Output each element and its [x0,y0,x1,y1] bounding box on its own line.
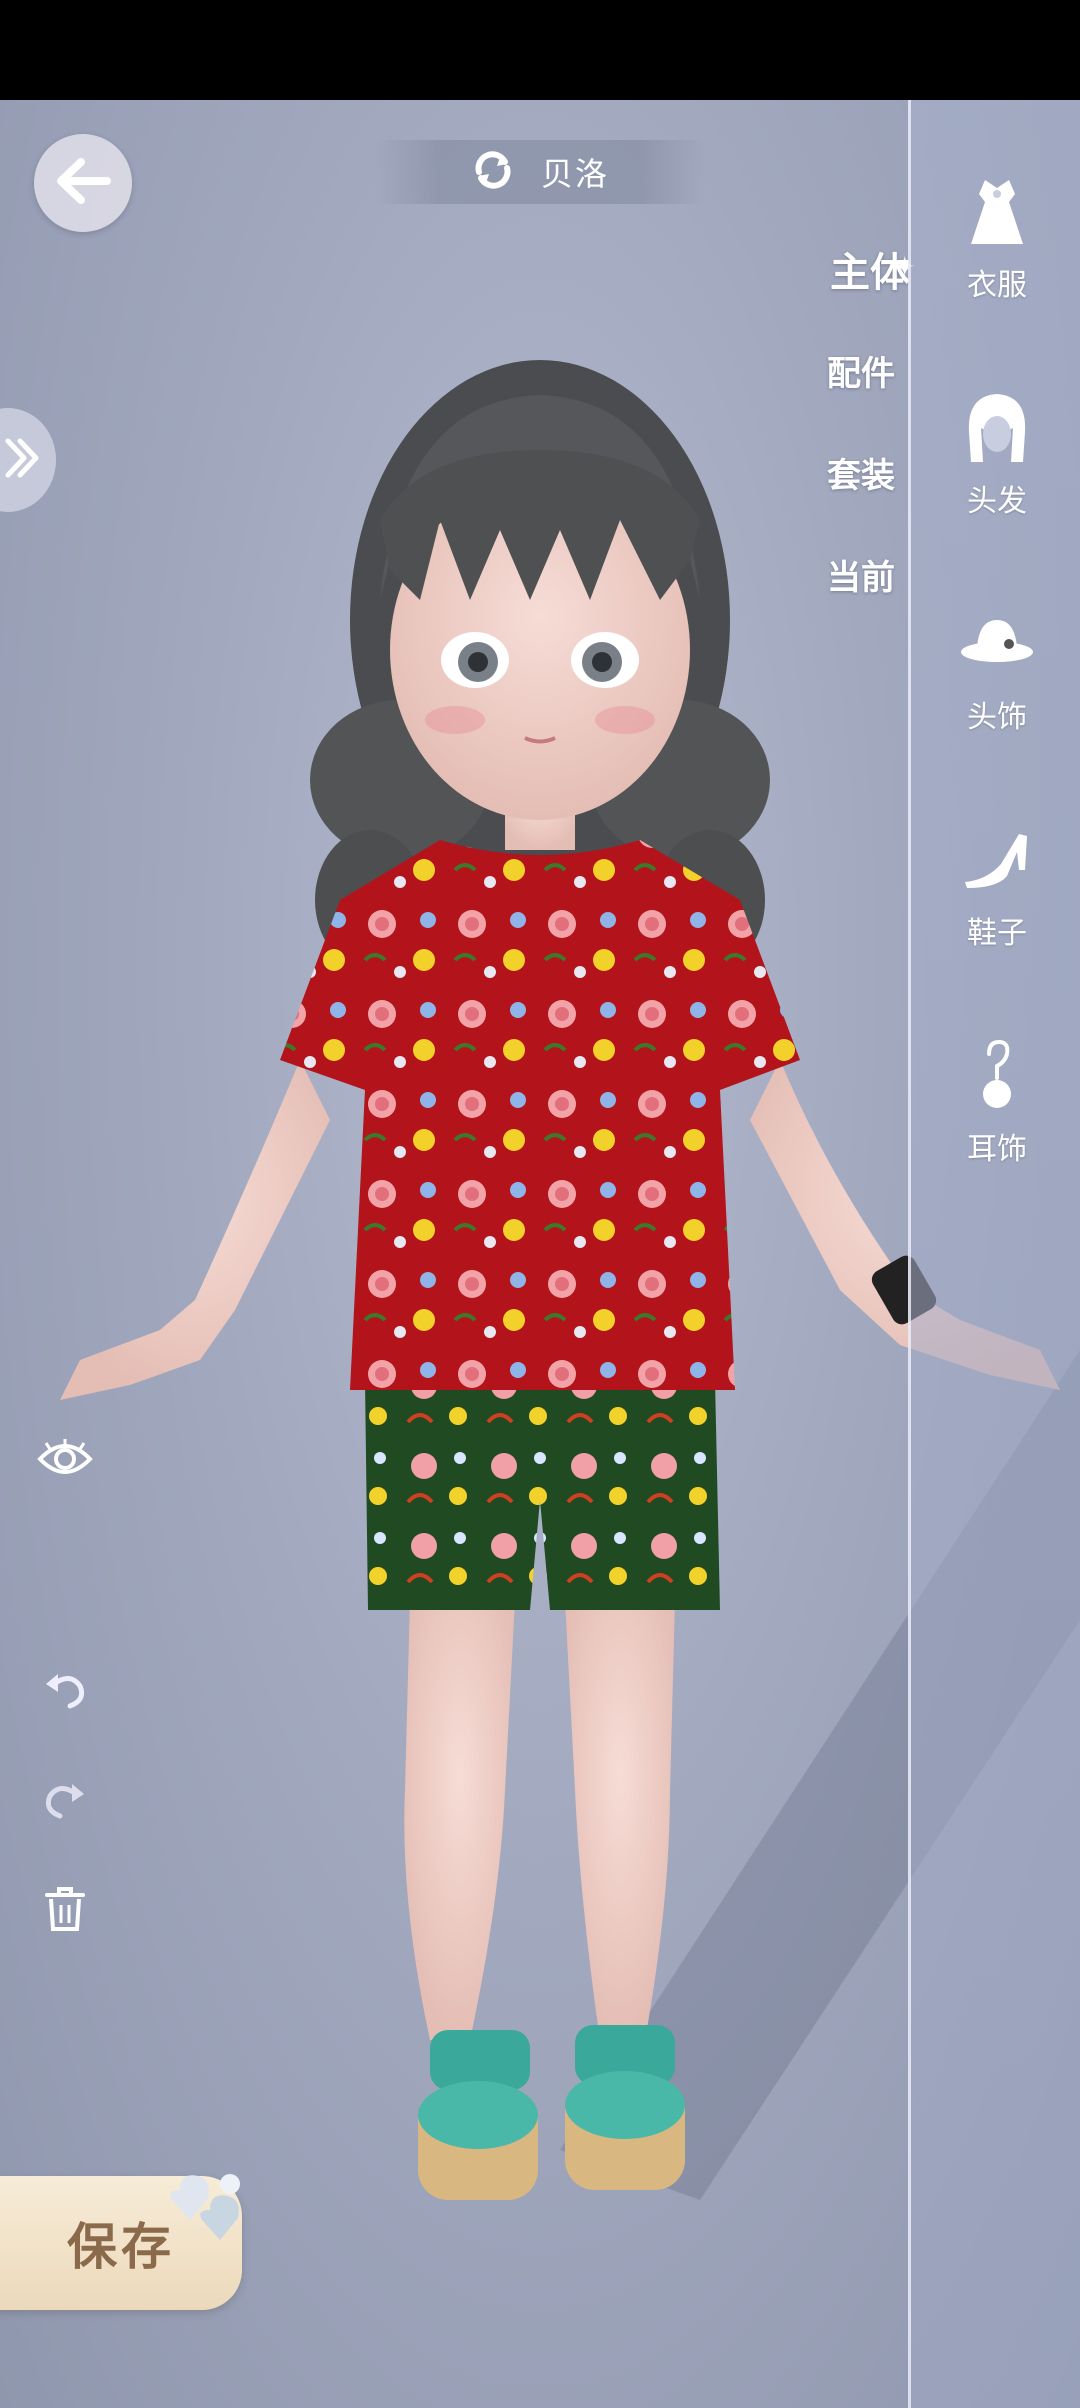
delete-button[interactable] [30,1876,100,1946]
redo-button[interactable] [30,1766,100,1836]
category-label: 鞋子 [967,916,1027,951]
category-hair[interactable]: 头发 [911,386,1080,520]
category-clothes[interactable]: 衣服 [911,170,1080,304]
category-label: 头发 [967,484,1027,519]
double-chevron-right-icon [2,433,42,487]
arrow-left-icon [53,156,113,210]
subtab-main[interactable]: 主体 [790,240,910,298]
toggle-visibility-button[interactable] [30,1426,100,1496]
hat-icon [955,602,1039,686]
redo-icon [40,1774,90,1828]
outfit-editor-screen: 贝洛 主体 ✦ 配件 套装 当前 衣服 头发 头饰 鞋子 耳饰 保存 [0,0,1080,2408]
subtab-current[interactable]: 当前 [775,550,895,599]
category-earrings[interactable]: 耳饰 [911,1034,1080,1168]
back-button[interactable] [34,134,132,232]
category-shoes[interactable]: 鞋子 [911,818,1080,952]
earring-icon [955,1034,1039,1118]
hair-icon [955,386,1039,470]
character-name-selector[interactable]: 贝洛 [375,140,705,204]
eye-icon [36,1437,94,1485]
switch-icon[interactable] [471,148,515,196]
category-label: 头饰 [967,700,1027,735]
dress-icon [955,170,1039,254]
undo-icon [40,1664,90,1718]
undo-button[interactable] [30,1656,100,1726]
heart-decoration-icon [150,2160,260,2254]
character-name: 贝洛 [540,155,609,193]
trash-icon [43,1885,87,1937]
category-panel: 衣服 头发 头饰 鞋子 耳饰 [908,100,1080,2408]
subtab-outfit-set[interactable]: 套装 [775,448,895,497]
subtab-accessories[interactable]: 配件 [775,346,895,395]
category-label: 耳饰 [967,1132,1027,1167]
high-heel-icon [955,818,1039,902]
category-label: 衣服 [967,268,1027,303]
category-headwear[interactable]: 头饰 [911,602,1080,736]
